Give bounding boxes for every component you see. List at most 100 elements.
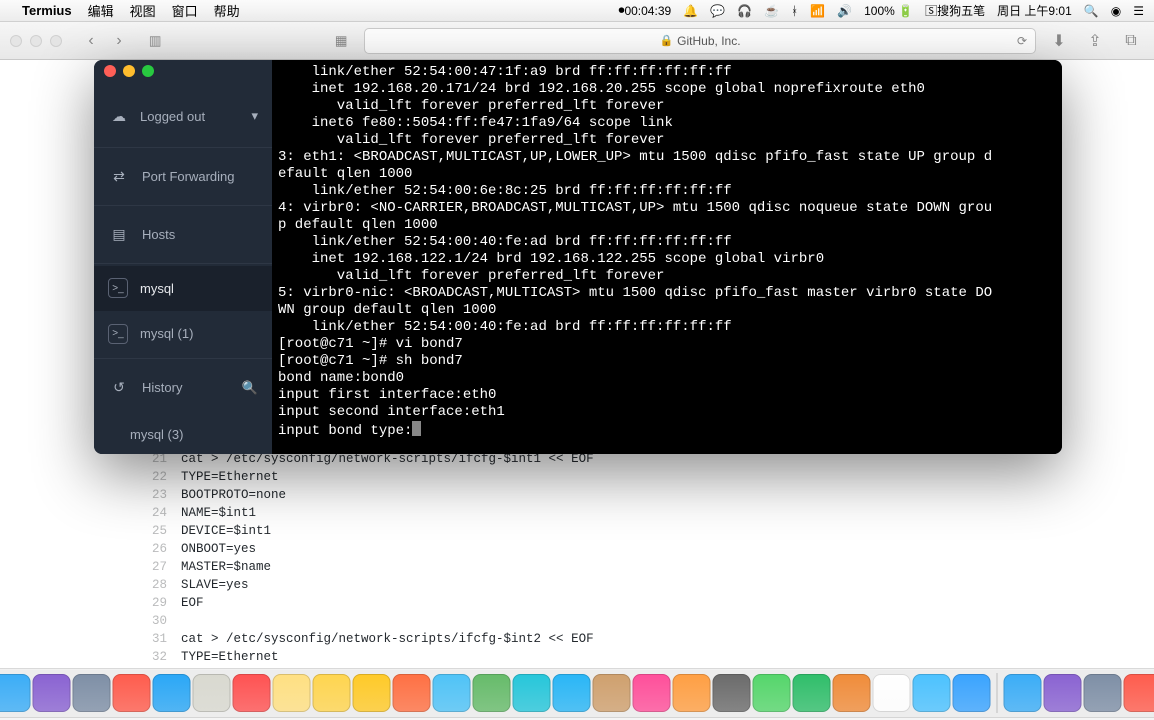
dock-blank-icon[interactable] bbox=[1004, 674, 1042, 712]
line-number: 25 bbox=[137, 524, 181, 538]
terminal-line: 5: virbr0-nic: <BROADCAST,MULTICAST> mtu… bbox=[278, 285, 1056, 302]
terminal-line: input second interface:eth1 bbox=[278, 404, 1056, 421]
code-viewer: 21cat > /etc/sysconfig/network-scripts/i… bbox=[137, 450, 1018, 666]
history-item-mysql-3[interactable]: mysql (3) bbox=[94, 414, 272, 454]
dock-chat-icon[interactable] bbox=[513, 674, 551, 712]
dock-books-icon[interactable] bbox=[673, 674, 711, 712]
dock-display-icon[interactable] bbox=[1084, 674, 1122, 712]
minimize-icon[interactable] bbox=[123, 65, 135, 77]
wifi-icon[interactable]: 📶 bbox=[810, 4, 825, 18]
minimize-icon[interactable] bbox=[30, 35, 42, 47]
terminal-output[interactable]: link/ether 52:54:00:47:1f:a9 brd ff:ff:f… bbox=[272, 60, 1062, 454]
dock-safari-icon[interactable] bbox=[153, 674, 191, 712]
maximize-icon[interactable] bbox=[142, 65, 154, 77]
sidebar-item-mysql[interactable]: >_ mysql bbox=[94, 266, 272, 311]
terminal-line: 3: eth1: <BROADCAST,MULTICAST,UP,LOWER_U… bbox=[278, 149, 1056, 166]
termius-sidebar: ☁ Logged out ▾ ⇄ Port Forwarding ▤ Hosts… bbox=[94, 60, 272, 454]
menu-view[interactable]: 视图 bbox=[130, 1, 156, 20]
dock-music-icon[interactable] bbox=[633, 674, 671, 712]
spotlight-icon[interactable]: 🔍 bbox=[1084, 4, 1099, 18]
tabs-icon[interactable]: ⧉ bbox=[1118, 32, 1144, 50]
code-text: TYPE=Ethernet bbox=[181, 470, 279, 484]
app-name[interactable]: Termius bbox=[22, 3, 72, 18]
line-number: 26 bbox=[137, 542, 181, 556]
menu-help[interactable]: 帮助 bbox=[214, 1, 240, 20]
terminal-line: p default qlen 1000 bbox=[278, 217, 1056, 234]
line-number: 21 bbox=[137, 452, 181, 466]
reload-icon[interactable]: ⟳ bbox=[1017, 34, 1027, 48]
terminal-line: [root@c71 ~]# vi bond7 bbox=[278, 336, 1056, 353]
terminal-line: WN group default qlen 1000 bbox=[278, 302, 1056, 319]
code-line: 24NAME=$int1 bbox=[137, 504, 1018, 522]
notifications-icon[interactable]: 🔔 bbox=[683, 4, 698, 18]
dock-appstore-icon[interactable] bbox=[553, 674, 591, 712]
bluetooth-icon[interactable]: ᚼ bbox=[791, 4, 798, 18]
menu-window[interactable]: 窗口 bbox=[172, 1, 198, 20]
forward-button[interactable]: › bbox=[106, 30, 132, 52]
dock-launchpad-icon[interactable] bbox=[73, 674, 111, 712]
dock-trash-icon[interactable] bbox=[1124, 674, 1154, 712]
volume-icon[interactable]: 🔊 bbox=[837, 4, 852, 18]
dock-reminders-icon[interactable] bbox=[273, 674, 311, 712]
terminal-line: link/ether 52:54:00:6e:8c:25 brd ff:ff:f… bbox=[278, 183, 1056, 200]
dock-folder-icon[interactable] bbox=[1044, 674, 1082, 712]
dock-siri-icon[interactable] bbox=[33, 674, 71, 712]
siri-menubar-icon[interactable]: ◉ bbox=[1111, 4, 1121, 18]
line-number: 27 bbox=[137, 560, 181, 574]
sidebar-item-history[interactable]: ↺ History 🔍 bbox=[94, 361, 272, 414]
dock-wechat2-icon[interactable] bbox=[793, 674, 831, 712]
sidebar-item-port-forwarding[interactable]: ⇄ Port Forwarding bbox=[94, 150, 272, 203]
dock-preview-icon[interactable] bbox=[353, 674, 391, 712]
lock-icon: 🔒 bbox=[659, 34, 673, 47]
downloads-icon[interactable]: ⬇ bbox=[1046, 31, 1072, 51]
code-text: SLAVE=yes bbox=[181, 578, 249, 592]
dock-photos-icon[interactable] bbox=[393, 674, 431, 712]
coffee-icon[interactable]: ☕ bbox=[764, 4, 779, 18]
dock bbox=[0, 668, 1154, 718]
dock-notes-icon[interactable] bbox=[313, 674, 351, 712]
dock-finder-icon[interactable] bbox=[0, 674, 31, 712]
dock-zoom-icon[interactable] bbox=[953, 674, 991, 712]
sidebar-item-mysql-1[interactable]: >_ mysql (1) bbox=[94, 311, 272, 356]
close-icon[interactable] bbox=[10, 35, 22, 47]
user-status[interactable]: ☁ Logged out ▾ bbox=[94, 88, 272, 145]
search-icon[interactable]: 🔍 bbox=[242, 380, 258, 396]
record-indicator[interactable]: ⏺ 00:04:39 bbox=[618, 3, 671, 18]
hosts-icon: ▤ bbox=[108, 223, 130, 245]
dock-opera-icon[interactable] bbox=[113, 674, 151, 712]
dock-facetime-icon[interactable] bbox=[473, 674, 511, 712]
dock-calendar-icon[interactable] bbox=[233, 674, 271, 712]
control-center-icon[interactable]: ☰ bbox=[1133, 4, 1144, 18]
sidebar-item-hosts[interactable]: ▤ Hosts bbox=[94, 208, 272, 261]
close-icon[interactable] bbox=[104, 65, 116, 77]
terminal-line: input first interface:eth0 bbox=[278, 387, 1056, 404]
safari-toolbar: ‹ › ▥ ▦ 🔒 GitHub, Inc. ⟳ ⬇ ⇪ ⧉ bbox=[0, 22, 1154, 60]
dock-maps-icon[interactable] bbox=[593, 674, 631, 712]
dock-messages-icon[interactable] bbox=[433, 674, 471, 712]
dock-wechat-icon[interactable] bbox=[753, 674, 791, 712]
termius-traffic-lights[interactable] bbox=[104, 65, 154, 77]
share-icon[interactable]: ⇪ bbox=[1082, 31, 1108, 51]
safari-traffic-lights[interactable] bbox=[10, 35, 62, 47]
menu-edit[interactable]: 编辑 bbox=[88, 1, 114, 20]
url-bar[interactable]: 🔒 GitHub, Inc. ⟳ bbox=[364, 28, 1036, 54]
dock-separator bbox=[997, 673, 998, 713]
dock-notes-app-icon[interactable] bbox=[193, 674, 231, 712]
sidebar-toggle-button[interactable]: ▥ bbox=[142, 30, 168, 52]
code-line: 22TYPE=Ethernet bbox=[137, 468, 1018, 486]
code-line: 32TYPE=Ethernet bbox=[137, 648, 1018, 666]
headphones-icon[interactable]: 🎧 bbox=[737, 4, 752, 18]
dock-settings-icon[interactable] bbox=[713, 674, 751, 712]
ime-icon[interactable]: 🅂 搜狗五笔 bbox=[925, 2, 985, 19]
line-number: 29 bbox=[137, 596, 181, 610]
back-button[interactable]: ‹ bbox=[78, 30, 104, 52]
maximize-icon[interactable] bbox=[50, 35, 62, 47]
clock[interactable]: 周日 上午9:01 bbox=[997, 2, 1072, 19]
tab-overview-button[interactable]: ▦ bbox=[328, 30, 354, 52]
dock-camera-icon[interactable] bbox=[913, 674, 951, 712]
battery-status[interactable]: 100% 🔋 bbox=[864, 4, 913, 18]
wechat-menubar-icon[interactable]: 💬 bbox=[710, 4, 725, 18]
dock-app1-icon[interactable] bbox=[833, 674, 871, 712]
port-forwarding-icon: ⇄ bbox=[108, 165, 130, 187]
dock-qq-icon[interactable] bbox=[873, 674, 911, 712]
